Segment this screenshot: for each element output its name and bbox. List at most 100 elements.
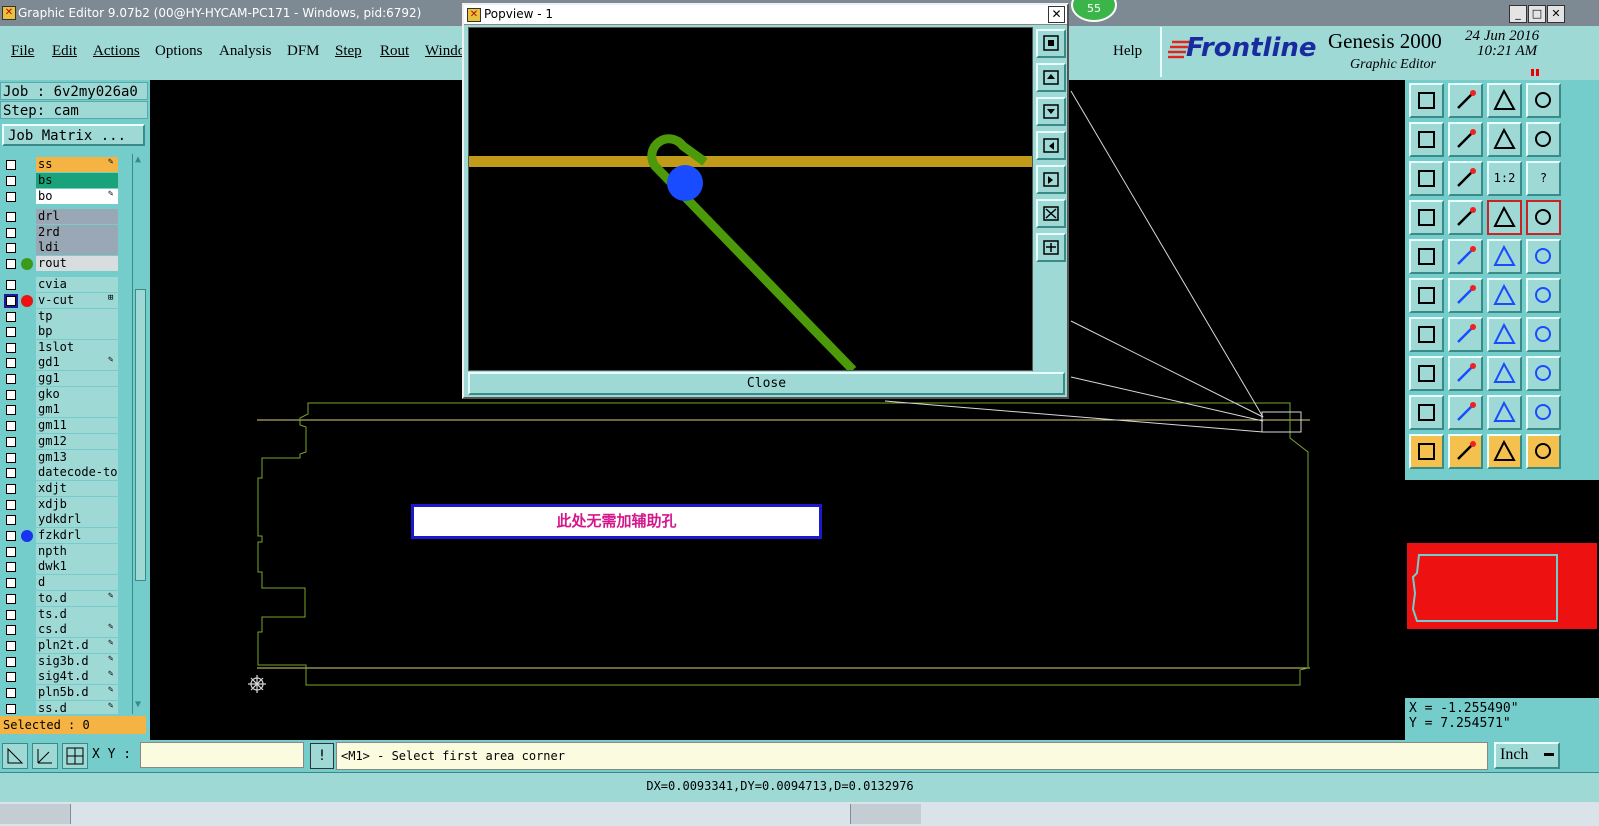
layer-name[interactable]: gm13 <box>36 450 118 465</box>
layer-name[interactable]: ydkdrl <box>36 512 118 527</box>
menu-rout[interactable]: Rout <box>380 43 409 60</box>
layer-name[interactable]: d <box>36 575 118 590</box>
layer-row[interactable]: sig4t.d ✎ <box>0 669 132 684</box>
layer-row[interactable]: gd1 ✎ <box>0 355 132 370</box>
grid-icon[interactable] <box>1448 200 1483 235</box>
layer-checkbox[interactable] <box>6 453 16 463</box>
zoom-home-icon[interactable] <box>1409 83 1444 118</box>
layer-row[interactable]: v-cut ⊞ <box>0 293 132 308</box>
layer-checkbox[interactable] <box>6 280 16 290</box>
layer-checkbox[interactable] <box>6 547 16 557</box>
layer-row[interactable]: pln2t.d ✎ <box>0 638 132 653</box>
pointer-circle-icon[interactable] <box>1487 434 1522 469</box>
snap-icon[interactable] <box>2 743 28 769</box>
layer-list-scrollbar[interactable]: ▲ ▼ <box>132 154 147 714</box>
layer-checkbox[interactable] <box>6 312 16 322</box>
layer-name[interactable]: sig4t.d <box>36 669 118 684</box>
layer-checkbox[interactable] <box>6 243 16 253</box>
pan-left-icon[interactable] <box>1409 122 1444 157</box>
layer-name[interactable]: sig3b.d <box>36 654 118 669</box>
layer-checkbox[interactable] <box>6 610 16 620</box>
layer-name[interactable]: rout <box>36 256 118 271</box>
menu-analysis[interactable]: Analysis <box>219 43 272 60</box>
layer-name[interactable]: xdjt <box>36 481 118 496</box>
grid-icon[interactable] <box>62 743 88 769</box>
taskbar-button[interactable] <box>850 804 921 824</box>
layer-row[interactable]: ss.d ✎ <box>0 701 132 714</box>
line-horizontal-icon[interactable] <box>1448 356 1483 391</box>
layer-name[interactable]: ss <box>36 157 118 172</box>
layer-row[interactable]: gg1 <box>0 371 132 386</box>
layer-name[interactable]: gd1 <box>36 355 118 370</box>
layer-row[interactable]: cvia <box>0 277 132 292</box>
layer-name[interactable]: ts.d <box>36 607 118 622</box>
layer-checkbox[interactable] <box>6 484 16 494</box>
pointer-select-icon[interactable] <box>1448 434 1483 469</box>
copy-icon[interactable] <box>1526 356 1561 391</box>
layer-checkbox[interactable] <box>6 192 16 202</box>
triangle2-icon[interactable] <box>1448 395 1483 430</box>
layer-row[interactable]: gm12 <box>0 434 132 449</box>
layer-row[interactable]: sig3b.d ✎ <box>0 654 132 669</box>
layer-row[interactable]: datecode-to <box>0 465 132 480</box>
layer-checkbox[interactable] <box>6 358 16 368</box>
popview-close-icon[interactable]: ✕ <box>1048 6 1065 23</box>
panels-icon[interactable] <box>1526 83 1561 118</box>
layer-name[interactable]: xdjb <box>36 497 118 512</box>
layer-row[interactable]: ydkdrl <box>0 512 132 527</box>
layer-name[interactable]: gm1 <box>36 402 118 417</box>
layer-checkbox[interactable] <box>6 176 16 186</box>
layer-row[interactable]: ss ✎ <box>0 157 132 172</box>
layer-red2-icon[interactable] <box>1526 200 1561 235</box>
layer-row[interactable]: gm11 <box>0 418 132 433</box>
popview-pan-down-button[interactable] <box>1036 97 1066 126</box>
overview-panel[interactable] <box>1405 480 1599 698</box>
layer-row[interactable]: bp <box>0 324 132 339</box>
help-icon[interactable]: ? <box>1526 161 1561 196</box>
layer-row[interactable]: xdjb <box>0 497 132 512</box>
measure-icon[interactable] <box>32 743 58 769</box>
point2-icon[interactable] <box>1526 278 1561 313</box>
layer-row[interactable]: to.d ✎ <box>0 591 132 606</box>
close-window-button[interactable]: ✕ <box>1547 5 1565 23</box>
layer-name[interactable]: gm12 <box>36 434 118 449</box>
layer-name[interactable]: drl <box>36 209 118 224</box>
layer-checkbox[interactable] <box>6 212 16 222</box>
point-icon[interactable] <box>1487 278 1522 313</box>
scroll-down-icon[interactable]: ▼ <box>135 699 141 710</box>
flip-icon[interactable] <box>1526 317 1561 352</box>
layer-row[interactable]: gm1 <box>0 402 132 417</box>
layer-name[interactable]: pln5b.d <box>36 685 118 700</box>
ruler-icon[interactable] <box>1487 239 1522 274</box>
menu-options[interactable]: Options <box>155 43 203 60</box>
menu-window[interactable]: Windo <box>425 43 465 60</box>
scroll-thumb[interactable] <box>135 289 146 581</box>
layer-row[interactable]: drl <box>0 209 132 224</box>
popview-canvas[interactable] <box>468 27 1033 371</box>
layer-checkbox[interactable] <box>6 594 16 604</box>
layer-checkbox[interactable] <box>4 294 18 308</box>
units-dropdown[interactable]: Inch <box>1494 742 1560 769</box>
menu-dfm[interactable]: DFM <box>287 43 320 60</box>
pan-right-icon[interactable] <box>1448 122 1483 157</box>
layer-name[interactable]: ldi <box>36 240 118 255</box>
bracket-icon[interactable] <box>1487 356 1522 391</box>
zoom-fit-icon[interactable] <box>1448 83 1483 118</box>
layer-name[interactable]: gm11 <box>36 418 118 433</box>
layer-checkbox[interactable] <box>6 500 16 510</box>
layer-row[interactable]: fzkdrl <box>0 528 132 543</box>
connect-icon[interactable] <box>1409 278 1444 313</box>
popview-zoom-home-button[interactable] <box>1036 29 1066 58</box>
triangle-icon[interactable] <box>1409 395 1444 430</box>
popview-title-bar[interactable]: ✕ Popview - 1 ✕ <box>464 5 1067 25</box>
layer-row[interactable]: gm13 <box>0 450 132 465</box>
popview-close-button[interactable]: Close <box>468 372 1065 395</box>
job-matrix-button[interactable]: Job Matrix ... <box>2 124 145 146</box>
layer-row[interactable]: d <box>0 575 132 590</box>
layer-checkbox[interactable] <box>6 704 16 714</box>
fit-center-icon[interactable] <box>1448 161 1483 196</box>
layer-name[interactable]: ss.d <box>36 701 118 714</box>
layer-name[interactable]: 1slot <box>36 340 118 355</box>
popview-pan-left-button[interactable] <box>1036 131 1066 160</box>
layer-checkbox[interactable] <box>6 421 16 431</box>
